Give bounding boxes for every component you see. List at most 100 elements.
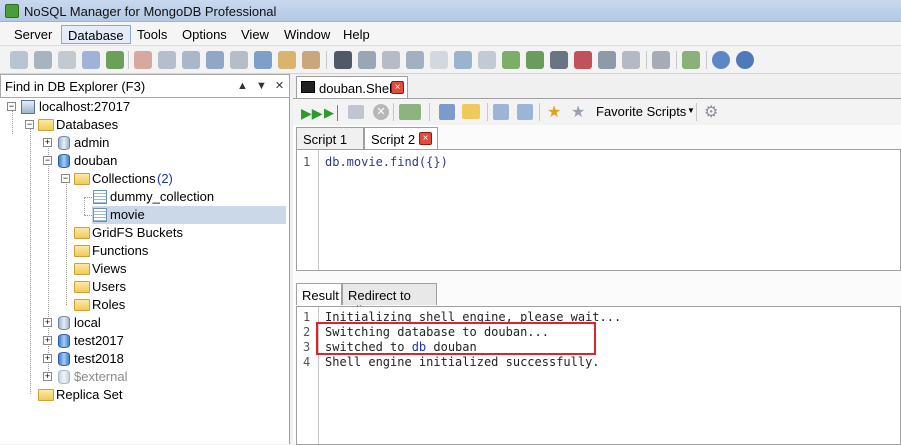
copy-icon[interactable] (622, 51, 640, 69)
paste-icon[interactable] (517, 104, 533, 120)
linq-icon[interactable] (430, 51, 448, 69)
query-builder-icon[interactable] (406, 51, 424, 69)
tab-script-2[interactable]: Script 2 × (364, 127, 438, 150)
document-icon[interactable] (478, 51, 496, 69)
stop-icon[interactable]: ✕ (373, 104, 389, 120)
tree-node-dummy-collection[interactable]: dummy_collection (0, 188, 289, 206)
arrow-right-icon[interactable] (502, 51, 520, 69)
tree-label: Replica Set (56, 387, 123, 402)
function-icon[interactable] (230, 51, 248, 69)
tree-node-test2018[interactable]: + test2018 (0, 350, 289, 368)
info-icon[interactable] (736, 51, 754, 69)
collapse-icon[interactable]: − (25, 120, 34, 129)
tree-node-roles[interactable]: Roles (0, 296, 289, 314)
menu-tools[interactable]: Tools (131, 25, 173, 44)
tab-douban-shell[interactable]: douban.Shell × (296, 76, 408, 98)
step-icon[interactable] (348, 105, 364, 119)
tree-node-collections[interactable]: − Collections (2) (0, 170, 289, 188)
collapse-icon[interactable]: − (61, 174, 70, 183)
tab-redirect-to-file[interactable]: Redirect to File (342, 283, 437, 318)
collapse-icon[interactable]: − (7, 102, 16, 111)
run-all-icon[interactable]: ▶▶ (301, 105, 323, 122)
tab-label: Script 2 (371, 132, 416, 147)
run-line-icon[interactable]: ▶│ (324, 105, 342, 121)
expand-icon[interactable]: + (43, 372, 52, 381)
title-bar: NoSQL Manager for MongoDB Professional (0, 0, 901, 22)
stop-monitor-icon[interactable] (574, 51, 592, 69)
tree-node-local[interactable]: + local (0, 314, 289, 332)
tree-label: Databases (56, 117, 119, 132)
menu-server[interactable]: Server (8, 25, 58, 44)
collapse-icon[interactable]: − (43, 156, 52, 165)
menu-database[interactable]: Database (61, 25, 131, 44)
close-icon[interactable]: × (391, 81, 404, 94)
dropdown-arrow-icon[interactable]: ▼ (687, 106, 695, 115)
result-panel: Result Redirect to File 1 2 3 4 Initiali… (293, 283, 901, 445)
edit-icon[interactable] (58, 51, 76, 69)
window-icon[interactable] (358, 51, 376, 69)
script-editor[interactable]: 1 db.movie.find({}) (296, 149, 901, 271)
layout-icon[interactable] (598, 51, 616, 69)
tree-node-admin[interactable]: + admin (0, 134, 289, 152)
toolbar-separator (646, 51, 647, 69)
favorite-icon[interactable]: ★ (571, 102, 585, 122)
open-folder-icon[interactable] (462, 104, 480, 119)
line-number: 1 (303, 310, 311, 324)
run-options-icon[interactable] (399, 104, 421, 120)
tree-label: Users (92, 279, 126, 294)
group-icon[interactable] (302, 51, 320, 69)
line-number: 1 (303, 155, 311, 169)
menu-options[interactable]: Options (176, 25, 233, 44)
menu-view[interactable]: View (235, 25, 275, 44)
shell-icon[interactable] (334, 51, 352, 69)
tree-node-test2017[interactable]: + test2017 (0, 332, 289, 350)
users-icon[interactable] (278, 51, 296, 69)
help-icon[interactable] (712, 51, 730, 69)
expand-icon[interactable]: + (43, 354, 52, 363)
image-icon[interactable] (682, 51, 700, 69)
tree-node-functions[interactable]: Functions (0, 242, 289, 260)
close-icon[interactable]: ✕ (271, 76, 288, 96)
import-icon[interactable] (182, 51, 200, 69)
new-connection-icon[interactable] (10, 51, 28, 69)
tree-node-douban[interactable]: − douban (0, 152, 289, 170)
user-icon[interactable] (254, 51, 272, 69)
table-icon[interactable] (454, 51, 472, 69)
close-icon[interactable]: × (419, 132, 432, 145)
add-favorite-icon[interactable]: ★ (547, 102, 561, 122)
tree-node-replica-set[interactable]: Replica Set (0, 386, 289, 404)
create-collection-icon[interactable] (158, 51, 176, 69)
expand-icon[interactable]: + (43, 336, 52, 345)
tree-node-views[interactable]: Views (0, 260, 289, 278)
refresh-icon[interactable] (106, 51, 124, 69)
tree-node-gridfs[interactable]: GridFS Buckets (0, 224, 289, 242)
create-database-icon[interactable] (134, 51, 152, 69)
tree-node-databases[interactable]: − Databases (0, 116, 289, 134)
tab-script-1[interactable]: Script 1 (296, 127, 364, 149)
save-icon[interactable] (439, 104, 455, 120)
tree-node-users[interactable]: Users (0, 278, 289, 296)
tree-node-server[interactable]: − localhost:27017 (0, 98, 289, 116)
tree-node-movie[interactable]: movie (92, 206, 286, 224)
favorite-scripts-button[interactable]: Favorite Scripts (596, 104, 686, 119)
monitor-icon[interactable] (550, 51, 568, 69)
chevron-up-icon[interactable]: ▲ (234, 76, 251, 96)
menu-window[interactable]: Window (278, 25, 336, 44)
gear-icon[interactable]: ⚙ (704, 102, 718, 122)
copy-icon[interactable] (493, 104, 509, 120)
tab-result[interactable]: Result (296, 283, 342, 305)
expand-icon[interactable]: + (43, 318, 52, 327)
run-script-icon[interactable] (526, 51, 544, 69)
find-in-explorer[interactable]: Find in DB Explorer (F3) ▲ ▼ ✕ (0, 74, 290, 98)
edit-connection-icon[interactable] (34, 51, 52, 69)
collection-icon (93, 208, 107, 222)
chevron-down-icon[interactable]: ▼ (253, 76, 270, 96)
menu-help[interactable]: Help (337, 25, 376, 44)
export-icon[interactable] (206, 51, 224, 69)
connect-icon[interactable] (82, 51, 100, 69)
collections-count: (2) (157, 171, 173, 186)
gear-icon[interactable] (652, 51, 670, 69)
expand-icon[interactable]: + (43, 138, 52, 147)
settings-window-icon[interactable] (382, 51, 400, 69)
tree-node-external[interactable]: + $external (0, 368, 289, 386)
